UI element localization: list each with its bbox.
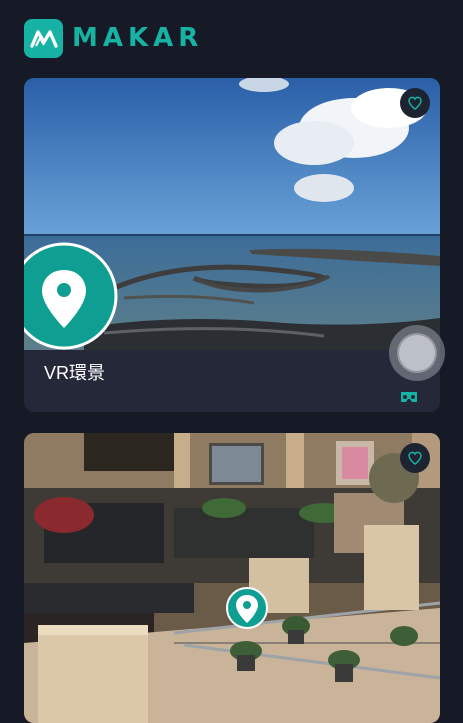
vr-headset-icon (401, 392, 417, 402)
thumbnail-image (24, 78, 440, 350)
card-title: VR環景 (44, 363, 106, 383)
project-card-vr[interactable]: VR環景 (24, 78, 440, 412)
brand-name: MAKAR (72, 23, 204, 53)
favorite-button[interactable] (400, 443, 430, 473)
app-header: MAKAR (24, 18, 203, 58)
favorite-button[interactable] (400, 88, 430, 118)
thumbnail-image (24, 433, 440, 723)
makar-logo-icon (24, 18, 63, 58)
assistive-touch-button[interactable] (389, 325, 445, 381)
assistive-touch-inner (397, 333, 437, 373)
heart-icon (408, 451, 422, 465)
project-card-mall[interactable] (24, 433, 440, 723)
heart-icon (408, 96, 422, 110)
